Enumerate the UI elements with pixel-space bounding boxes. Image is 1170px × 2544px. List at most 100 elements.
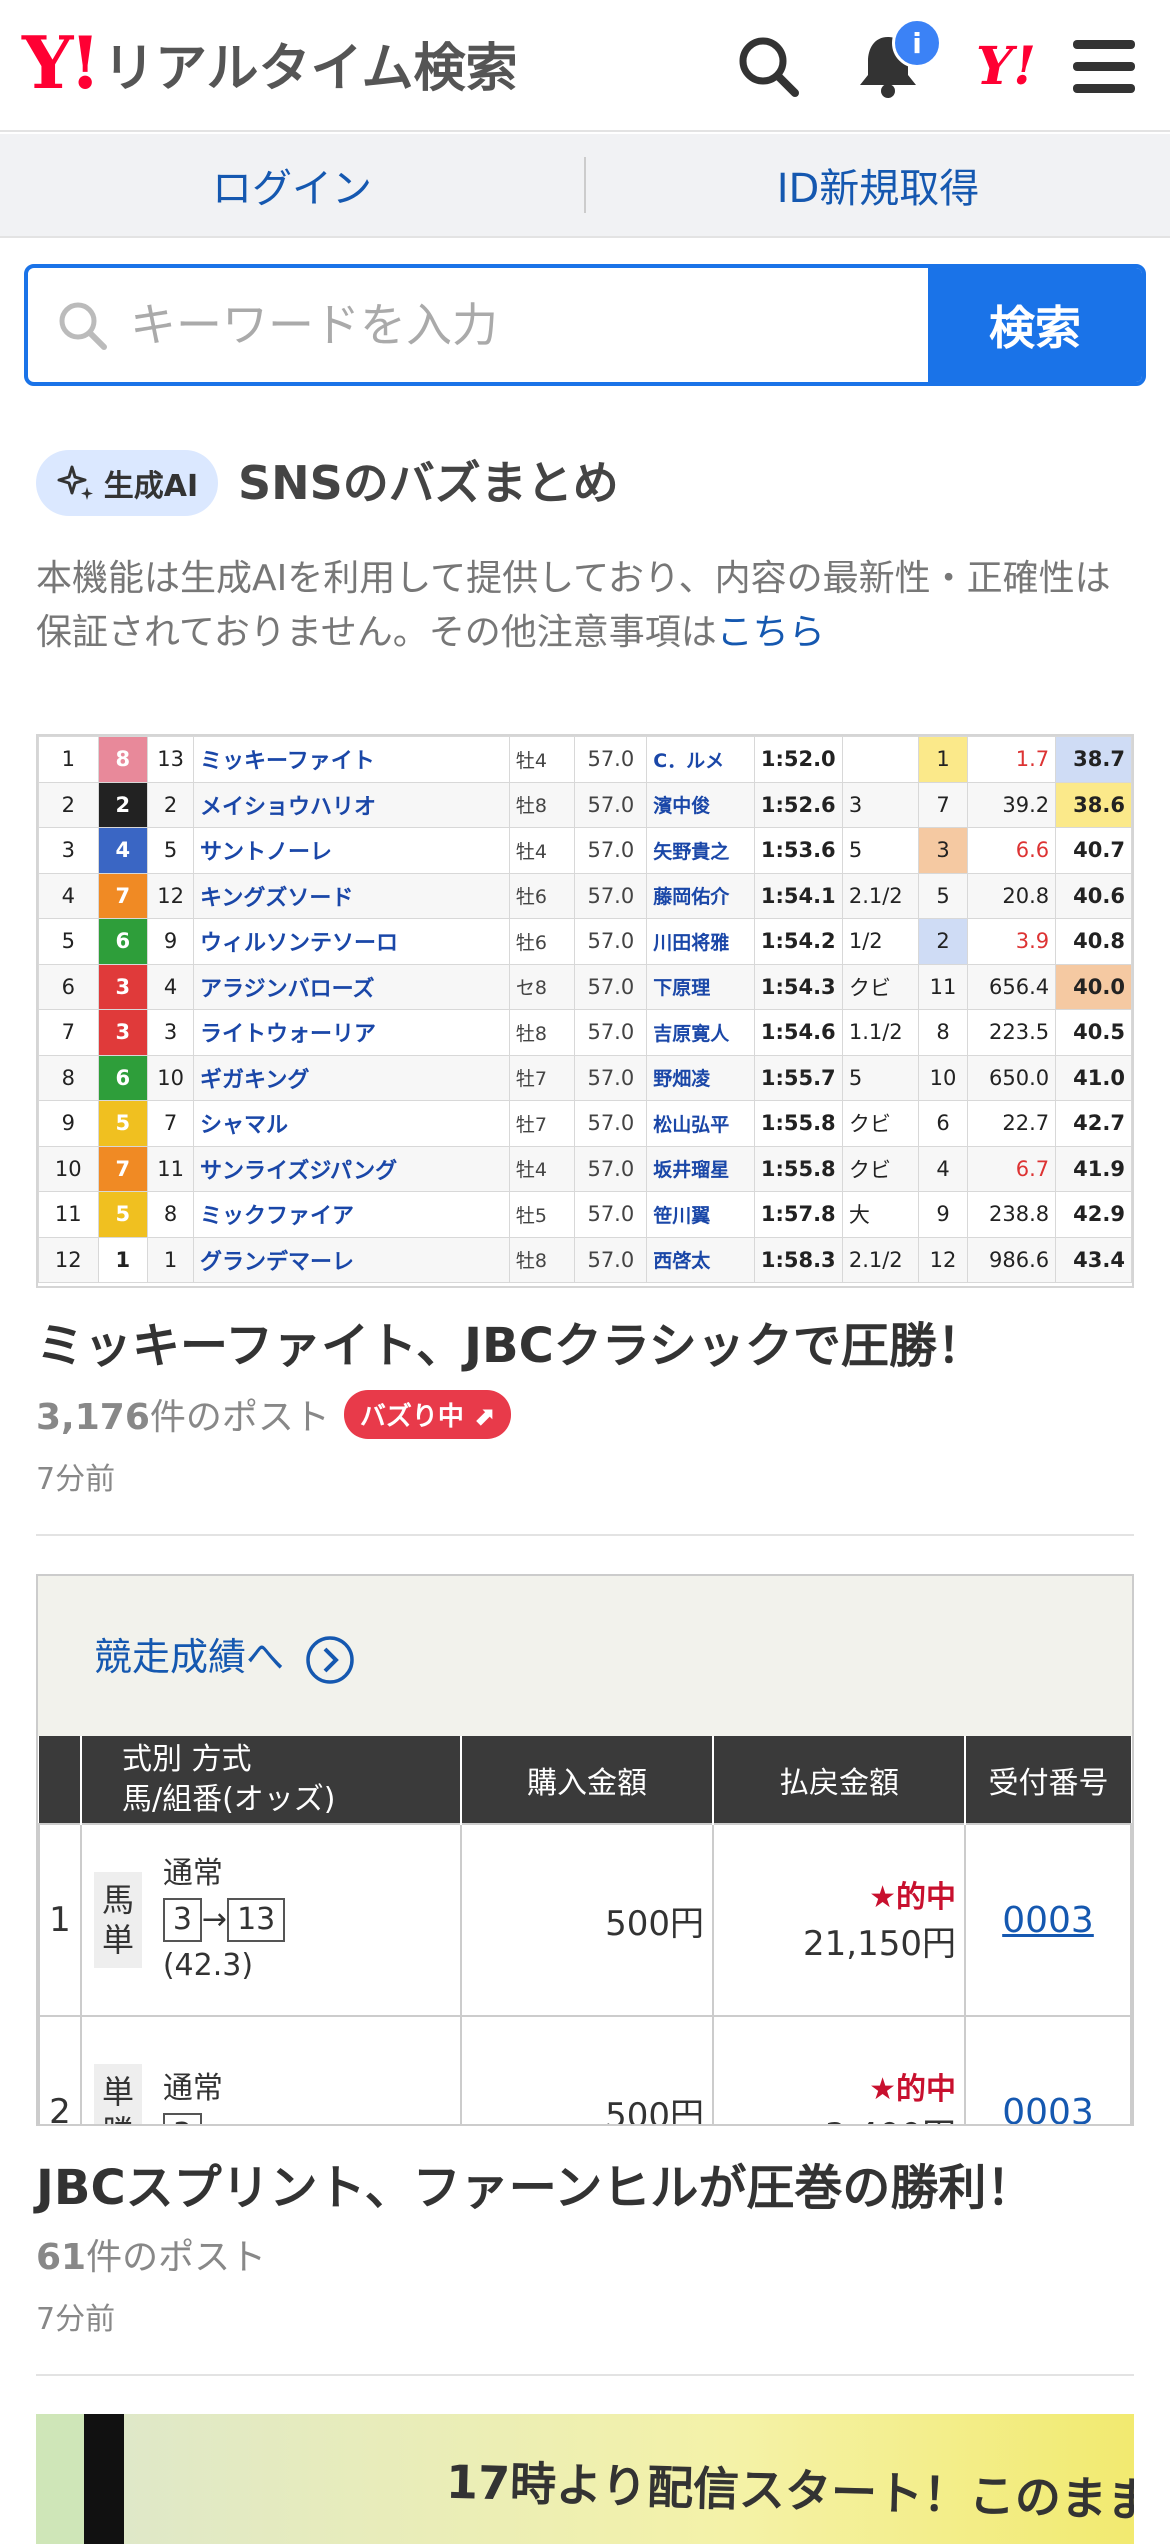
betting-result-image[interactable]: 競走成績へ 式別 方式 馬/組番(オッズ) 購入金額 払戻金額 受付番号 1 馬単…	[36, 1574, 1134, 2126]
jockey-cell: 坂井瑠星	[646, 1145, 755, 1192]
popularity-cell: 11	[917, 963, 969, 1010]
race-result-link[interactable]: 競走成績へ	[94, 1626, 356, 1686]
bet-type-a: 馬	[102, 1881, 135, 1919]
weight-cell: 57.0	[574, 918, 648, 965]
horse-number-cell: 7	[147, 1100, 195, 1147]
rank-cell: 10	[38, 1145, 99, 1192]
horse-name-cell: ミッキーファイト	[193, 736, 510, 783]
search-input[interactable]	[128, 297, 828, 353]
bet-type-b: 単	[102, 1921, 135, 1959]
margin-cell: 3	[841, 781, 919, 828]
sex-age-cell: 牡4	[508, 736, 576, 783]
horse-name-cell: ギガキング	[193, 1054, 510, 1101]
race-result-row: 2 2 2 メイショウハリオ 牡8 57.0 濱中俊 1:52.6 3 7 39.2 38.6	[38, 781, 1132, 828]
article-title[interactable]: ミッキーファイト、JBCクラシックで圧勝！	[36, 1306, 985, 1376]
notification-bell-icon[interactable]: i	[846, 18, 942, 108]
time-cell: 1:55.8	[753, 1100, 843, 1147]
bet-row: 1 馬単 通常 3 → 13 (42.3) 500円 ★的中 21,150円 0003	[38, 1823, 1132, 2017]
search-icon[interactable]	[726, 24, 810, 108]
horse-name-cell: ミックファイア	[193, 1191, 510, 1238]
jockey-cell: C．ルメ	[646, 736, 755, 783]
margin-cell: クビ	[841, 1145, 919, 1192]
article-time: 7分前	[36, 1462, 116, 1497]
odds-cell: 20.8	[967, 872, 1057, 919]
ai-disclaimer-text: 本機能は生成AIを利用して提供しており、内容の最新性・正確性は保証されておりませ…	[36, 558, 1111, 653]
signup-link[interactable]: ID新規取得	[586, 156, 1170, 214]
odds-cell: 650.0	[967, 1054, 1057, 1101]
bet-type: 馬単	[94, 1872, 143, 1968]
login-link[interactable]: ログイン	[0, 156, 584, 214]
hit-label: ★的中	[869, 1880, 956, 1915]
frame-cell: 4	[97, 827, 149, 874]
chevron-right-circle-icon	[306, 1636, 354, 1684]
race-result-row: 3 4 5 サントノーレ 牡4 57.0 矢野貴之 1:53.6 5 3 6.6 40.7	[38, 827, 1132, 874]
last3f-cell: 43.4	[1055, 1236, 1132, 1283]
col-payout: 払戻金額	[713, 1736, 966, 1824]
jockey-cell: 藤岡佑介	[646, 872, 755, 919]
time-cell: 1:54.2	[753, 918, 843, 965]
divider	[36, 2374, 1134, 2376]
sex-age-cell: セ8	[508, 963, 576, 1010]
sex-age-cell: 牡8	[508, 781, 576, 828]
margin-cell: 大	[841, 1191, 919, 1238]
jockey-cell: 松山弘平	[646, 1100, 755, 1147]
horse-number-cell: 1	[147, 1236, 195, 1283]
bet-type: 単勝	[94, 2064, 143, 2124]
frame-cell: 2	[97, 781, 149, 828]
yahoo-realtime-logo[interactable]: Y! リアルタイム検索	[22, 27, 518, 99]
article-time: 7分前	[36, 2302, 116, 2337]
margin-cell	[841, 736, 919, 783]
col-blank	[39, 1736, 82, 1824]
frame-cell: 1	[97, 1236, 149, 1283]
last3f-cell: 40.7	[1055, 827, 1132, 874]
ticket-link[interactable]: 0003	[1002, 1900, 1094, 1941]
app-header: Y! リアルタイム検索 i Y!	[0, 0, 1170, 132]
popularity-cell: 3	[917, 827, 969, 874]
jockey-cell: 野畑凌	[646, 1054, 755, 1101]
horse-name-cell: ウィルソンテソーロ	[193, 918, 510, 965]
payout-value: 21,150円	[803, 1924, 956, 1964]
yahoo-top-icon[interactable]: Y!	[964, 24, 1048, 108]
col-kind-line1: 式別 方式	[122, 1741, 252, 1777]
last3f-cell: 40.5	[1055, 1009, 1132, 1056]
race-results-image[interactable]: 1 8 13 ミッキーファイト 牡4 57.0 C．ルメ 1:52.0 1 1.7 38.7 2 2 2 メ…	[36, 734, 1134, 1288]
frame-cell: 6	[97, 918, 149, 965]
disclaimer-link[interactable]: こちら	[717, 612, 825, 653]
odds-cell: 1.7	[967, 736, 1057, 783]
bet-ticket: 0003	[964, 2015, 1132, 2125]
search-button[interactable]: 検索	[928, 268, 1142, 382]
jockey-cell: 西啓太	[646, 1236, 755, 1283]
sex-age-cell: 牡7	[508, 1054, 576, 1101]
race-result-row: 11 5 8 ミックファイア 牡5 57.0 笹川翼 1:57.8 大 9 238.8 42.9	[38, 1191, 1132, 1238]
rank-cell: 9	[38, 1100, 99, 1147]
frame-cell: 7	[97, 1145, 149, 1192]
bet-row-kind: 馬単 通常 3 → 13 (42.3)	[80, 1823, 462, 2017]
ticket-link[interactable]: 0003	[1002, 2092, 1094, 2125]
rank-cell: 7	[38, 1009, 99, 1056]
weight-cell: 57.0	[574, 963, 648, 1010]
weight-cell: 57.0	[574, 1191, 648, 1238]
trend-up-icon: ⬈	[472, 1401, 495, 1432]
logo-text: リアルタイム検索	[103, 38, 518, 99]
sex-age-cell: 牡8	[508, 1009, 576, 1056]
weight-cell: 57.0	[574, 736, 648, 783]
article-title[interactable]: JBCスプリント、ファーンヒルが圧巻の勝利！	[36, 2148, 1034, 2218]
combo-box: 13	[227, 1898, 286, 1942]
horse-number-cell: 10	[147, 1054, 195, 1101]
menu-hamburger-icon[interactable]	[1062, 24, 1146, 108]
margin-cell: クビ	[841, 1100, 919, 1147]
article-thumbnail[interactable]: 17時より配信スタート！このまましばらくお	[36, 2414, 1134, 2544]
popularity-cell: 1	[917, 736, 969, 783]
popularity-cell: 2	[917, 918, 969, 965]
horse-number-cell: 8	[147, 1191, 195, 1238]
col-amount: 購入金額	[461, 1736, 714, 1824]
last3f-cell: 42.7	[1055, 1100, 1132, 1147]
weight-cell: 57.0	[574, 872, 648, 919]
rank-cell: 4	[38, 872, 99, 919]
margin-cell: クビ	[841, 963, 919, 1010]
margin-cell: 1.1/2	[841, 1009, 919, 1056]
odds-cell: 986.6	[967, 1236, 1057, 1283]
horse-name-cell: サントノーレ	[193, 827, 510, 874]
frame-cell: 6	[97, 1054, 149, 1101]
bet-method: 通常	[162, 2071, 223, 2106]
